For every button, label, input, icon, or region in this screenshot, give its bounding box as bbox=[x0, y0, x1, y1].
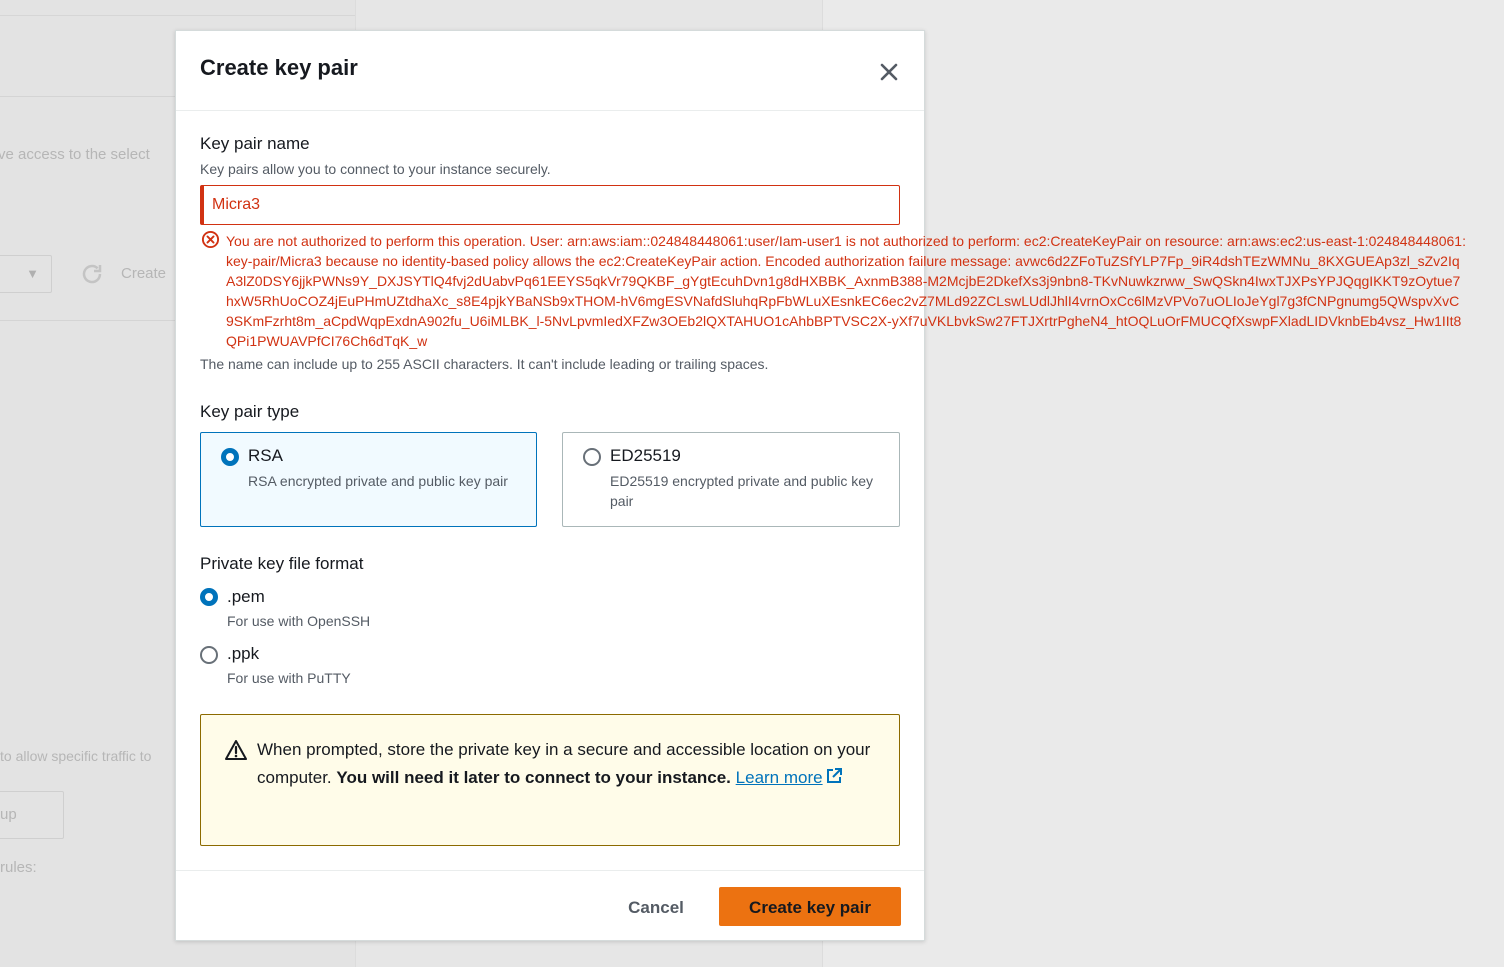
background-text-up: up bbox=[0, 806, 17, 823]
cancel-button[interactable]: Cancel bbox=[616, 889, 696, 925]
key-pair-name-error: You are not authorized to perform this o… bbox=[226, 233, 1466, 349]
close-button[interactable] bbox=[876, 59, 902, 85]
background-text-traffic: to allow specific traffic to bbox=[0, 748, 152, 764]
background-text-create: Create bbox=[121, 265, 167, 282]
learn-more-link-text: Learn more bbox=[735, 768, 823, 787]
warning-alert: When prompted, store the private key in … bbox=[200, 714, 900, 846]
key-type-option-ed25519[interactable]: ED25519 ED25519 encrypted private and pu… bbox=[562, 432, 900, 527]
key-pair-name-input[interactable] bbox=[200, 185, 900, 225]
background-text-access: ve access to the select bbox=[0, 146, 150, 163]
file-format-ppk-title[interactable]: .ppk bbox=[227, 644, 259, 664]
file-format-ppk-description: For use with PuTTY bbox=[227, 670, 351, 686]
alert-bold-text: You will need it later to connect to you… bbox=[336, 768, 731, 787]
radio-selected-icon[interactable] bbox=[221, 448, 239, 466]
file-format-pem-title[interactable]: .pem bbox=[227, 587, 265, 607]
error-circle-icon bbox=[201, 230, 220, 249]
file-format-label: Private key file format bbox=[200, 554, 364, 573]
modal-title: Create key pair bbox=[200, 55, 358, 80]
radio-unselected-icon[interactable] bbox=[583, 448, 601, 466]
key-type-option-rsa[interactable]: RSA RSA encrypted private and public key… bbox=[200, 432, 537, 527]
background-text-rules: rules: bbox=[0, 859, 37, 876]
external-link-icon bbox=[826, 768, 842, 783]
key-pair-name-description: Key pairs allow you to connect to your i… bbox=[200, 161, 551, 177]
learn-more-link[interactable]: Learn more bbox=[736, 768, 843, 787]
close-icon bbox=[880, 63, 898, 81]
radio-pem[interactable] bbox=[200, 588, 218, 606]
modal-footer-divider bbox=[176, 870, 924, 871]
key-type-rsa-title: RSA bbox=[248, 446, 283, 465]
warning-icon bbox=[225, 740, 247, 760]
background-select: ▼ bbox=[0, 255, 52, 293]
file-format-pem-description: For use with OpenSSH bbox=[227, 613, 371, 629]
key-pair-type-label: Key pair type bbox=[200, 402, 300, 421]
background-right-panel bbox=[823, 0, 1504, 967]
key-pair-name-label: Key pair name bbox=[200, 134, 310, 153]
key-type-ed25519-title: ED25519 bbox=[610, 446, 681, 465]
create-key-pair-button[interactable]: Create key pair bbox=[719, 887, 901, 926]
warning-alert-text: When prompted, store the private key in … bbox=[257, 736, 872, 792]
key-pair-name-constraint: The name can include up to 255 ASCII cha… bbox=[200, 356, 769, 372]
key-type-ed25519-description: ED25519 encrypted private and public key… bbox=[610, 473, 874, 509]
background-top-box bbox=[0, 0, 355, 16]
create-key-pair-modal: Create key pair Key pair name Key pairs … bbox=[175, 30, 1466, 941]
modal-header: Create key pair bbox=[176, 31, 924, 111]
caret-down-icon: ▼ bbox=[26, 266, 39, 281]
radio-ppk[interactable] bbox=[200, 646, 218, 664]
refresh-icon bbox=[80, 262, 106, 288]
key-type-rsa-description: RSA encrypted private and public key pai… bbox=[248, 473, 508, 489]
